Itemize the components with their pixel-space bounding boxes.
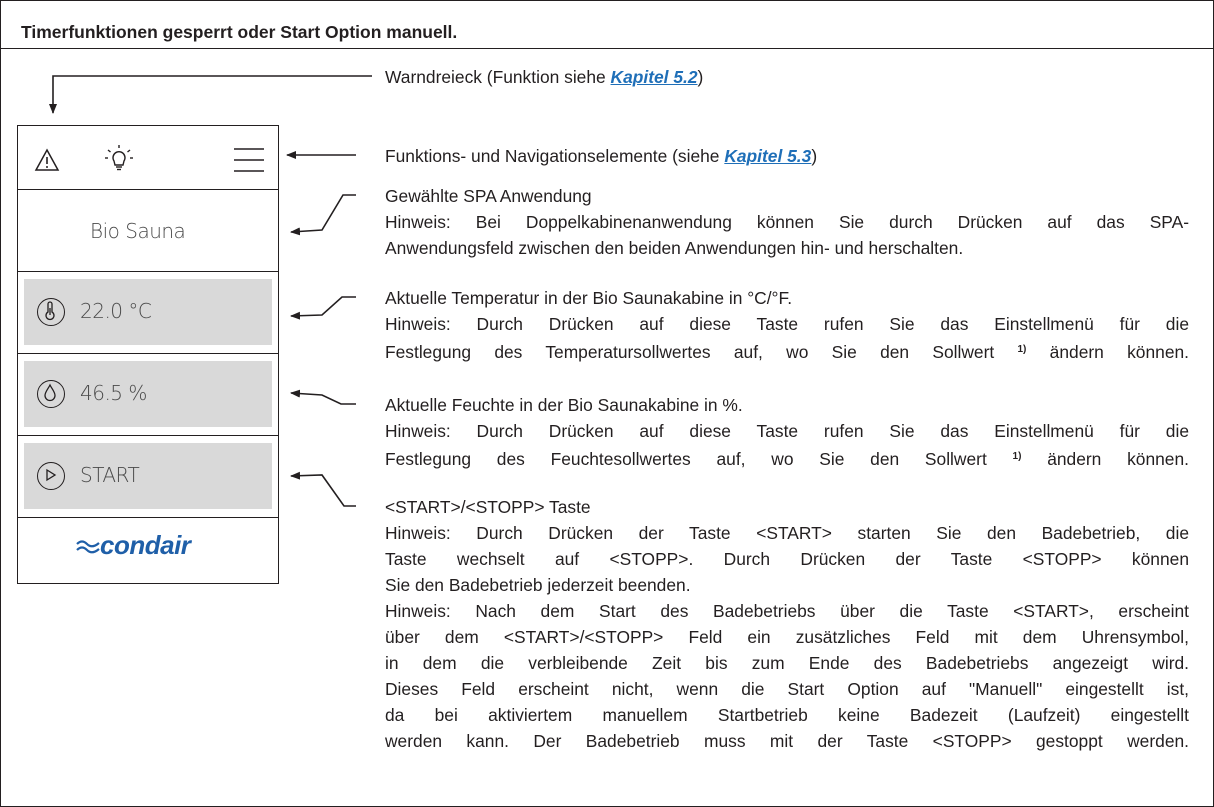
temp-annotation-line: Hinweis: Durch Drücken auf diese Taste r…	[385, 314, 1189, 334]
nav-annotation: Funktions- und Navigationselemente (sieh…	[385, 146, 818, 166]
hum-annotation-line: Festlegung des Feuchtesollwertes auf, wo…	[385, 449, 1189, 469]
start-annotation-line: Dieses Feld erscheint nicht, wenn die St…	[385, 679, 1189, 699]
device-panel: Bio Sauna 22.0 °C 46.5 % START condair	[17, 125, 279, 584]
hum-annotation-title: Aktuelle Feuchte in der Bio Saunakabine …	[385, 395, 743, 415]
spa-annotation-line: Anwendungsfeld zwischen den beiden Anwen…	[385, 238, 964, 258]
panel-divider	[18, 353, 278, 354]
panel-divider	[18, 271, 278, 272]
humidity-button[interactable]: 46.5 %	[24, 361, 272, 427]
temp-annotation-title: Aktuelle Temperatur in der Bio Saunakabi…	[385, 288, 793, 308]
play-icon	[37, 462, 65, 490]
thermometer-icon	[37, 298, 65, 326]
panel-divider	[18, 517, 278, 518]
droplet-icon	[37, 380, 65, 408]
spa-annotation-line: Hinweis: Bei Doppelkabinenanwendung könn…	[385, 212, 1189, 232]
start-label: START	[80, 463, 140, 487]
start-annotation-line: da bei aktiviertem manuellem Startbetrie…	[385, 705, 1189, 725]
start-annotation-line: Taste wechselt auf <STOPP>. Durch Drücke…	[385, 549, 1189, 569]
start-annotation-line: werden kann. Der Badebetrieb muss mit de…	[385, 731, 1189, 751]
start-annotation-line: über dem <START>/<STOPP> Feld ein zusätz…	[385, 627, 1189, 647]
start-annotation-line: Sie den Badebetrieb jederzeit beenden.	[385, 575, 691, 595]
start-button[interactable]: START	[24, 443, 272, 509]
menu-icon[interactable]	[234, 147, 264, 173]
panel-divider	[18, 435, 278, 436]
chapter-5-3-link[interactable]: Kapitel 5.3	[724, 146, 811, 166]
temp-annotation-line: Festlegung des Temperatursollwertes auf,…	[385, 342, 1189, 362]
temperature-button[interactable]: 22.0 °C	[24, 279, 272, 345]
start-annotation-title: <START>/<STOPP> Taste	[385, 497, 591, 517]
spa-application-label: Bio Sauna	[90, 219, 186, 243]
light-bulb-icon[interactable]	[104, 144, 134, 174]
spa-annotation-title: Gewählte SPA Anwendung	[385, 186, 592, 206]
condair-logo: condair	[100, 530, 191, 560]
spa-application-field[interactable]: Bio Sauna	[18, 190, 278, 271]
start-annotation-line: Hinweis: Nach dem Start des Badebetriebs…	[385, 601, 1189, 621]
logo-waves-icon	[76, 540, 100, 554]
chapter-5-2-link[interactable]: Kapitel 5.2	[611, 67, 698, 87]
warning-triangle-icon[interactable]	[34, 148, 60, 172]
humidity-value: 46.5 %	[80, 381, 147, 405]
warn-annotation: Warndreieck (Funktion siehe Kapitel 5.2)	[385, 67, 704, 87]
hum-annotation-line: Hinweis: Durch Drücken auf diese Taste r…	[385, 421, 1189, 441]
start-annotation-line: in dem die verbleibende Zeit bis zum End…	[385, 653, 1189, 673]
start-annotation-line: Hinweis: Durch Drücken der Taste <START>…	[385, 523, 1189, 543]
temperature-value: 22.0 °C	[80, 299, 152, 323]
